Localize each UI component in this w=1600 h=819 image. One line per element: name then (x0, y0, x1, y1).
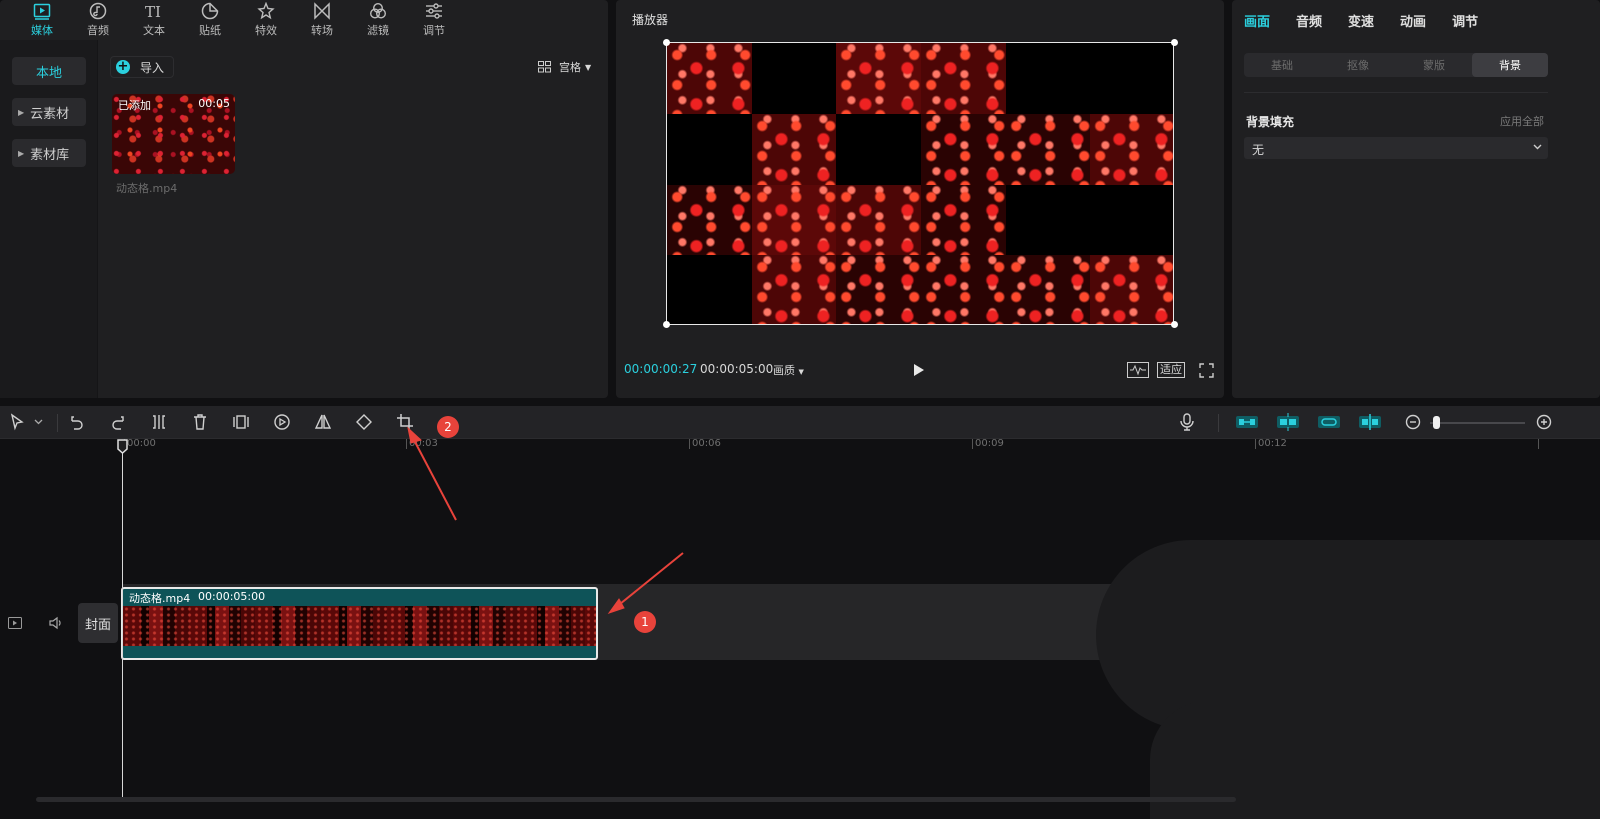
annotation-badge-1: 1 (634, 611, 656, 633)
annotation-arrows (407, 426, 684, 614)
annotation-badge-2: 2 (437, 416, 459, 438)
horizontal-scrollbar[interactable] (36, 797, 1236, 802)
